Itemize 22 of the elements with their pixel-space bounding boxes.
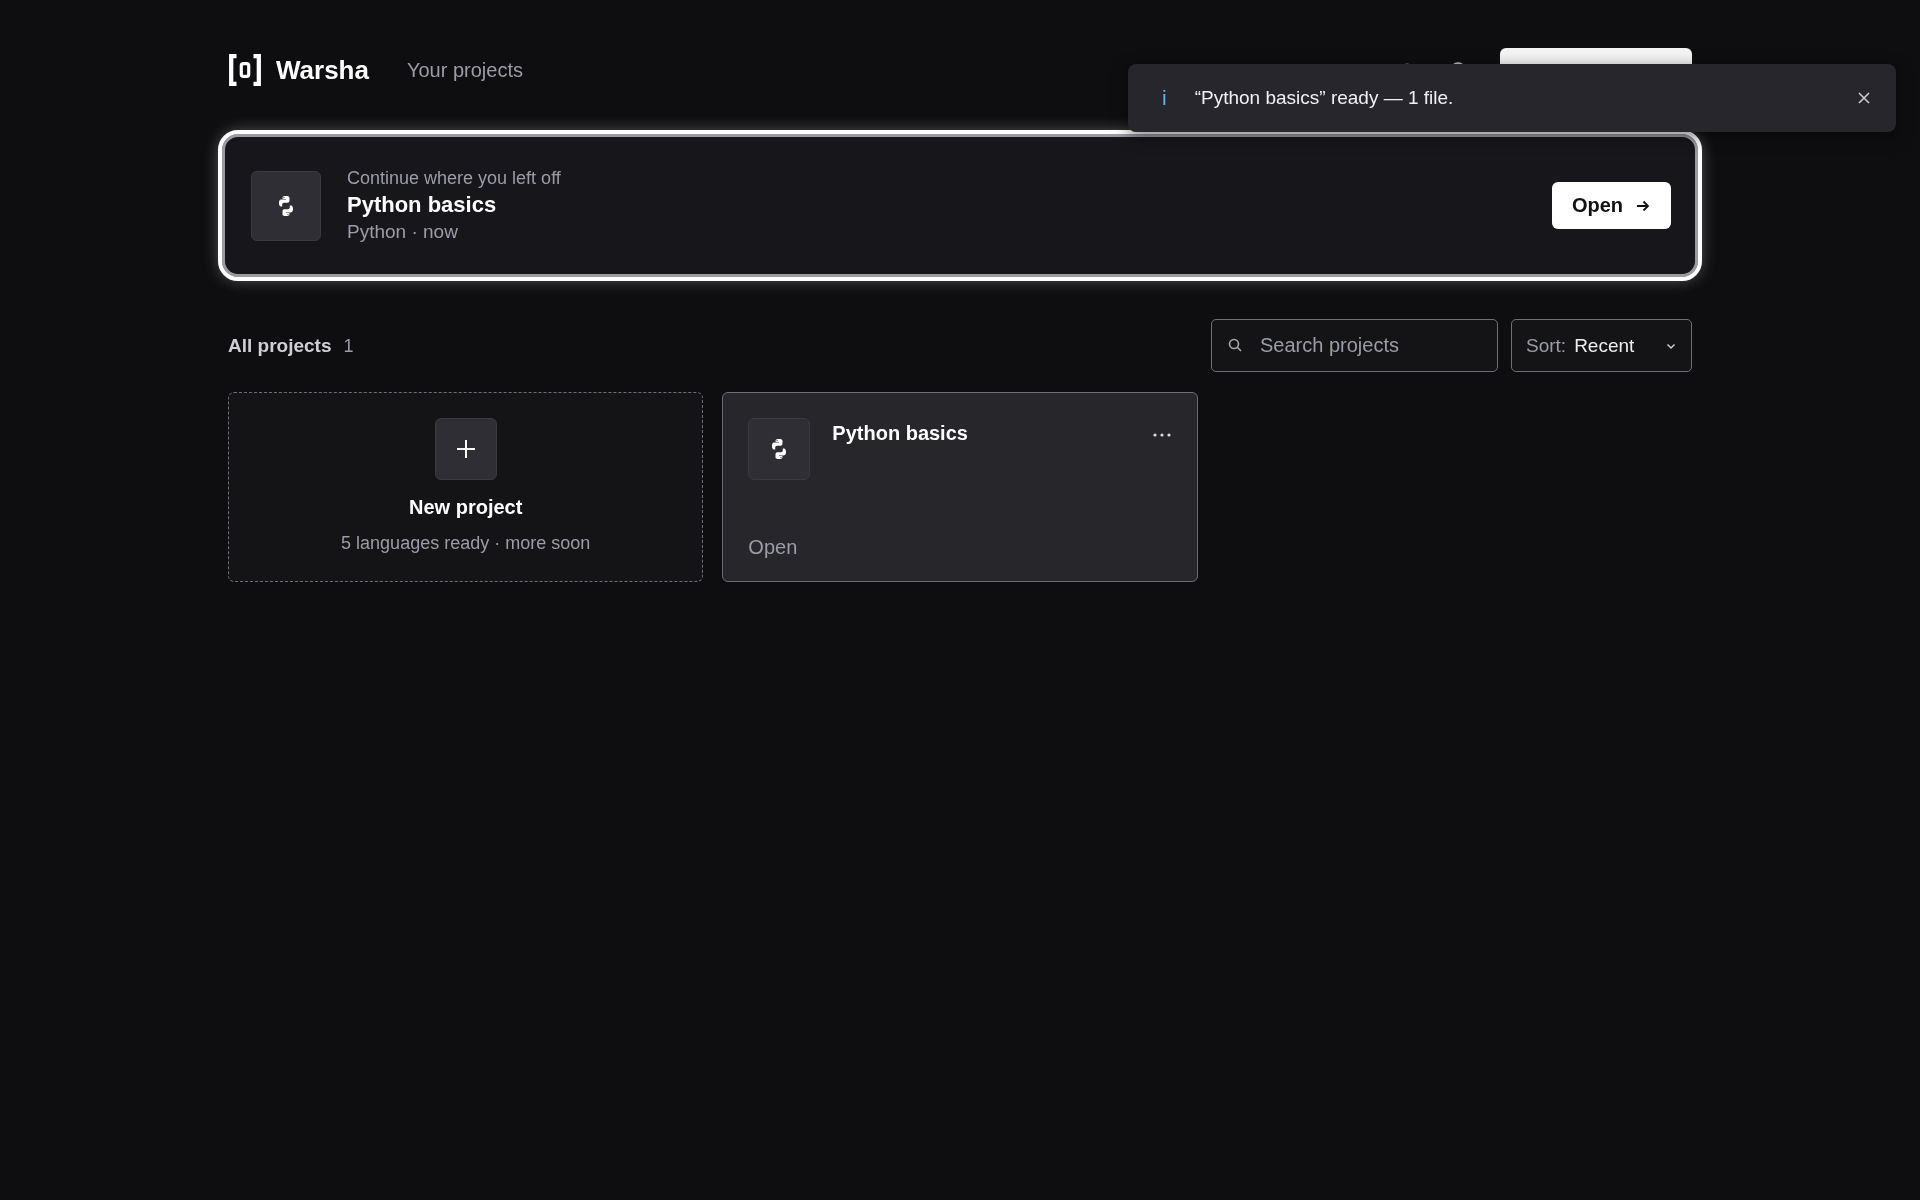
project-count: 1 <box>343 335 354 357</box>
new-project-card[interactable]: New project 5 languages ready · more soon <box>228 392 704 582</box>
card-meta: Python · now <box>347 221 459 243</box>
search-field[interactable]: Search projects <box>1211 319 1498 372</box>
open-link[interactable]: Open <box>748 536 1172 559</box>
logo-icon <box>228 53 262 87</box>
section-heading: All projects <box>228 334 332 357</box>
open-button[interactable]: Open <box>1551 182 1671 229</box>
more-icon[interactable] <box>1151 432 1172 438</box>
card-subtitle: 5 languages ready · more soon <box>341 533 591 554</box>
project-card[interactable]: Python basics Open <box>722 392 1198 582</box>
nav-link[interactable]: Your projects <box>406 58 523 82</box>
close-icon[interactable] <box>1856 90 1872 106</box>
card-eyebrow: Continue where you left off <box>347 168 562 189</box>
brand-name: Warsha <box>276 54 369 86</box>
card-title: Python basics <box>347 192 498 218</box>
project-title: Python basics <box>832 422 969 445</box>
search-icon <box>1227 337 1243 353</box>
toast-message: “Python basics” ready — 1 file. <box>1194 87 1455 109</box>
info-icon: i <box>1162 86 1167 110</box>
card-title: New project <box>409 496 523 519</box>
sort-dropdown[interactable]: Sort: Recent <box>1511 319 1692 372</box>
